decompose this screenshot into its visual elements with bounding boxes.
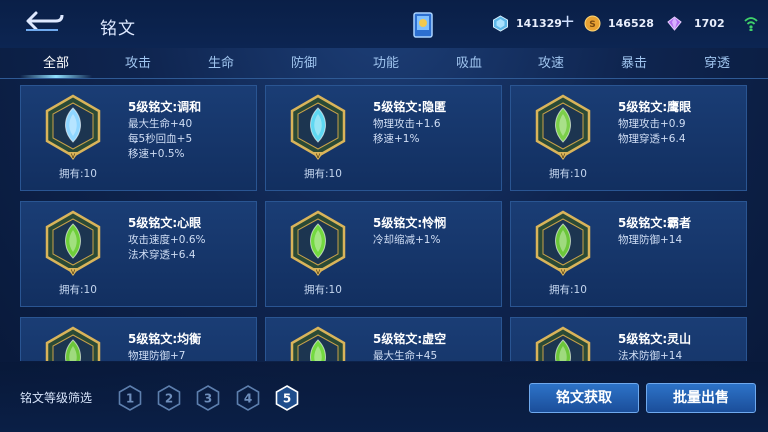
inscription-attributes: 物理攻击+1.6 移速+1% — [373, 117, 441, 147]
inscription-emblem-icon: V — [290, 326, 346, 361]
owned-count: 拥有:10 — [549, 168, 587, 180]
level-filter-label: 铭文等级筛选 — [20, 391, 93, 405]
inscription-card[interactable]: V 5级铭文:灵山法术防御+14 — [510, 317, 747, 361]
owned-count: 拥有:10 — [304, 284, 342, 296]
inscription-name: 5级铭文:隐匿 — [373, 100, 447, 114]
level-number: 3 — [204, 392, 212, 406]
tab-attack[interactable]: 攻击 — [98, 52, 178, 71]
add-currency-button[interactable]: + — [560, 13, 575, 31]
inscription-emblem-icon: V — [45, 94, 101, 160]
inscription-emblem-icon: V — [45, 210, 101, 276]
crystal-count: 1702 — [694, 17, 725, 30]
inscription-emblem-icon: V — [535, 326, 591, 361]
inscription-emblem-icon: V — [45, 326, 101, 361]
acquire-inscription-button[interactable]: 铭文获取 — [529, 383, 639, 413]
level-filter-4[interactable]: 4 — [236, 385, 260, 411]
level-filter-3[interactable]: 3 — [196, 385, 220, 411]
card-book-icon[interactable] — [412, 10, 436, 40]
inscription-name: 5级铭文:虚空 — [373, 332, 447, 346]
level-number: 1 — [126, 392, 134, 406]
inscription-attributes: 冷却缩减+1% — [373, 233, 440, 248]
attribute-line: 移速+0.5% — [128, 148, 185, 160]
inscription-name: 5级铭文:鹰眼 — [618, 100, 692, 114]
diamond-count: 141329 — [516, 17, 562, 30]
inscription-emblem-icon: V — [290, 210, 346, 276]
level-number: 5 — [283, 392, 291, 406]
attribute-line: 攻击速度+0.6% — [128, 234, 206, 246]
inscription-name: 5级铭文:调和 — [128, 100, 202, 114]
tab-lifesteal[interactable]: 吸血 — [429, 52, 509, 71]
level-number: 2 — [165, 392, 173, 406]
attribute-line: 最大生命+45 — [373, 350, 438, 361]
attribute-line: 物理防御+14 — [618, 234, 683, 246]
inscription-name: 5级铭文:均衡 — [128, 332, 202, 346]
bulk-sell-button[interactable]: 批量出售 — [646, 383, 756, 413]
attribute-line: 物理攻击+0.9 — [618, 118, 686, 130]
inscription-attributes: 物理防御+7 — [128, 349, 185, 361]
tab-attack-speed[interactable]: 攻速 — [511, 52, 591, 71]
attribute-line: 物理穿透+6.4 — [618, 133, 686, 145]
owned-count: 拥有:10 — [549, 284, 587, 296]
page-title: 铭文 — [100, 19, 136, 39]
level-number: 4 — [244, 392, 252, 406]
inscription-card[interactable]: V 5级铭文:霸者 物理防御+14 拥有:10 — [510, 201, 747, 307]
inscription-name: 5级铭文:心眼 — [128, 216, 202, 230]
tab-penetration[interactable]: 穿透 — [677, 52, 757, 71]
inscription-card[interactable]: V 5级铭文:隐匿 物理攻击+1.6 移速+1% 拥有:10 — [265, 85, 502, 191]
gold-count: 146528 — [608, 17, 654, 30]
attribute-line: 法术防御+14 — [618, 350, 683, 361]
tab-function[interactable]: 功能 — [346, 52, 426, 71]
attribute-line: 每5秒回血+5 — [128, 133, 193, 145]
inscription-card[interactable]: V 5级铭文:调和 最大生命+40 每5秒回血+5 移速+0.5% 拥有:10 — [20, 85, 257, 191]
owned-count: 拥有:10 — [59, 168, 97, 180]
purple-crystal-icon — [667, 16, 682, 31]
tab-divider — [0, 78, 768, 79]
owned-count: 拥有:10 — [59, 284, 97, 296]
inscription-name: 5级铭文:怜悯 — [373, 216, 447, 230]
inscription-emblem-icon: V — [290, 94, 346, 160]
inscription-grid: V 5级铭文:调和 最大生命+40 每5秒回血+5 移速+0.5% 拥有:10 V 5级铭文:… — [0, 85, 768, 361]
inscription-card[interactable]: V 5级铭文:虚空最大生命+45 — [265, 317, 502, 361]
inscription-attributes: 物理攻击+0.9 物理穿透+6.4 — [618, 117, 686, 147]
attribute-line: 物理防御+7 — [128, 350, 186, 361]
level-filter-2[interactable]: 2 — [157, 385, 181, 411]
inscription-attributes: 法术防御+14 — [618, 349, 682, 361]
owned-count: 拥有:10 — [304, 168, 342, 180]
level-filter-5[interactable]: 5 — [275, 385, 299, 411]
tab-crit[interactable]: 暴击 — [594, 52, 674, 71]
svg-text:S: S — [589, 20, 595, 30]
inscription-name: 5级铭文:霸者 — [618, 216, 692, 230]
level-filter-1[interactable]: 1 — [118, 385, 142, 411]
attribute-line: 移速+1% — [373, 133, 420, 145]
tab-defense[interactable]: 防御 — [264, 52, 344, 71]
attribute-line: 冷却缩减+1% — [373, 234, 441, 246]
inscription-name: 5级铭文:灵山 — [618, 332, 692, 346]
inscription-attributes: 攻击速度+0.6% 法术穿透+6.4 — [128, 233, 205, 263]
inscription-attributes: 最大生命+40 每5秒回血+5 移速+0.5% — [128, 117, 192, 162]
inscription-card[interactable]: V 5级铭文:鹰眼 物理攻击+0.9 物理穿透+6.4 拥有:10 — [510, 85, 747, 191]
inscription-card[interactable]: V 5级铭文:均衡物理防御+7 — [20, 317, 257, 361]
inscription-emblem-icon: V — [535, 210, 591, 276]
inscription-attributes: 物理防御+14 — [618, 233, 682, 248]
diamond-gem-icon — [493, 15, 508, 32]
crystal-currency: 1702 — [666, 13, 736, 35]
inscription-card[interactable]: V 5级铭文:怜悯 冷却缩减+1% 拥有:10 — [265, 201, 502, 307]
gold-coin-icon: S — [584, 15, 601, 32]
inscription-attributes: 最大生命+45 — [373, 349, 437, 361]
inscription-emblem-icon: V — [535, 94, 591, 160]
wifi-signal-icon — [744, 17, 758, 31]
category-tabs: 全部 攻击 生命 防御 功能 吸血 攻速 暴击 穿透 — [0, 50, 768, 78]
inscription-card[interactable]: V 5级铭文:心眼 攻击速度+0.6% 法术穿透+6.4 拥有:10 — [20, 201, 257, 307]
attribute-line: 法术穿透+6.4 — [128, 249, 196, 261]
attribute-line: 最大生命+40 — [128, 118, 193, 130]
gold-currency: S 146528 — [584, 13, 664, 35]
back-arrow-icon[interactable] — [18, 8, 66, 34]
attribute-line: 物理攻击+1.6 — [373, 118, 441, 130]
tab-health[interactable]: 生命 — [181, 52, 261, 71]
tab-all[interactable]: 全部 — [16, 52, 96, 71]
